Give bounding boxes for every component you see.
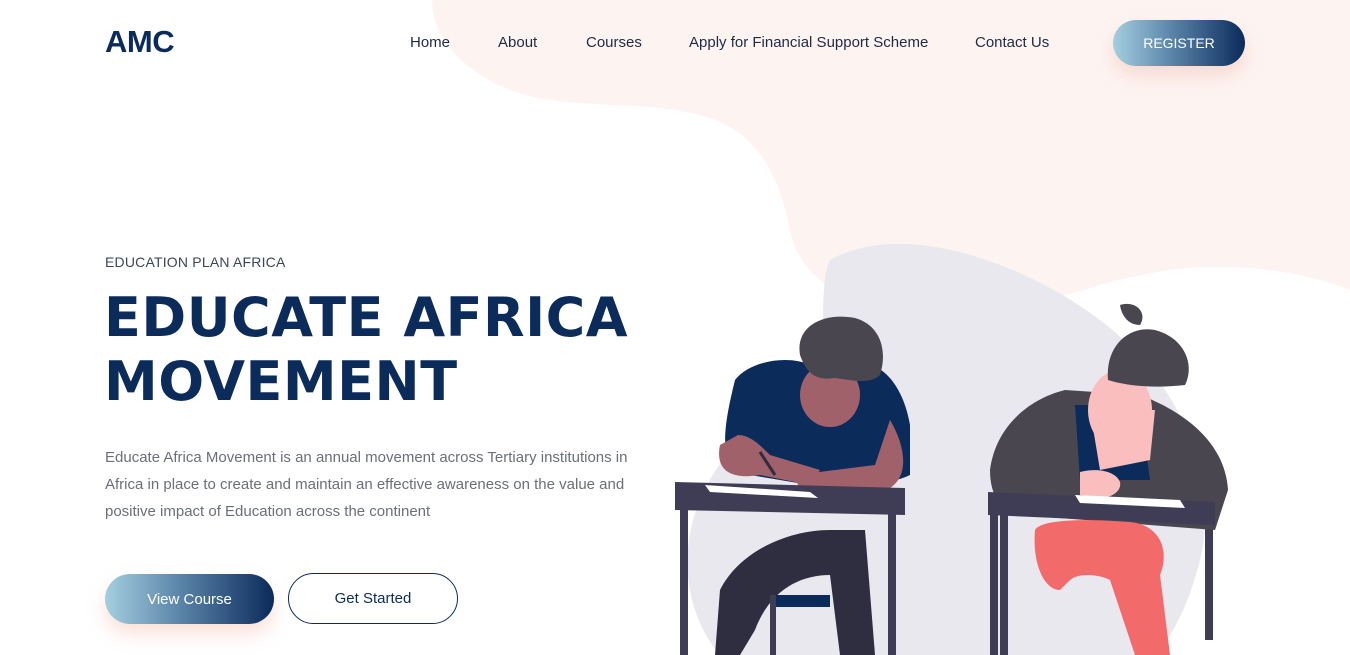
get-started-button[interactable]: Get Started	[288, 573, 458, 624]
register-button[interactable]: REGISTER	[1113, 20, 1245, 66]
nav-item-courses[interactable]: Courses	[586, 34, 642, 51]
logo[interactable]: AMC	[105, 24, 175, 60]
hero-eyebrow: EDUCATION PLAN AFRICA	[105, 254, 286, 270]
hero-title: EDUCATE AFRICA MOVEMENT	[104, 286, 664, 414]
hero-title-line-2: MOVEMENT	[104, 350, 458, 413]
nav-item-home[interactable]: Home	[410, 34, 450, 51]
view-course-button[interactable]: View Course	[105, 574, 274, 624]
nav-item-contact-us[interactable]: Contact Us	[975, 34, 1049, 51]
hero-description: Educate Africa Movement is an annual mov…	[105, 449, 628, 520]
hero-title-line-1: EDUCATE AFRICA	[104, 286, 629, 349]
nav-item-apply-financial-support[interactable]: Apply for Financial Support Scheme	[689, 34, 928, 51]
nav-item-about[interactable]: About	[498, 34, 537, 51]
students-writing-exam-illustration	[675, 243, 1228, 655]
